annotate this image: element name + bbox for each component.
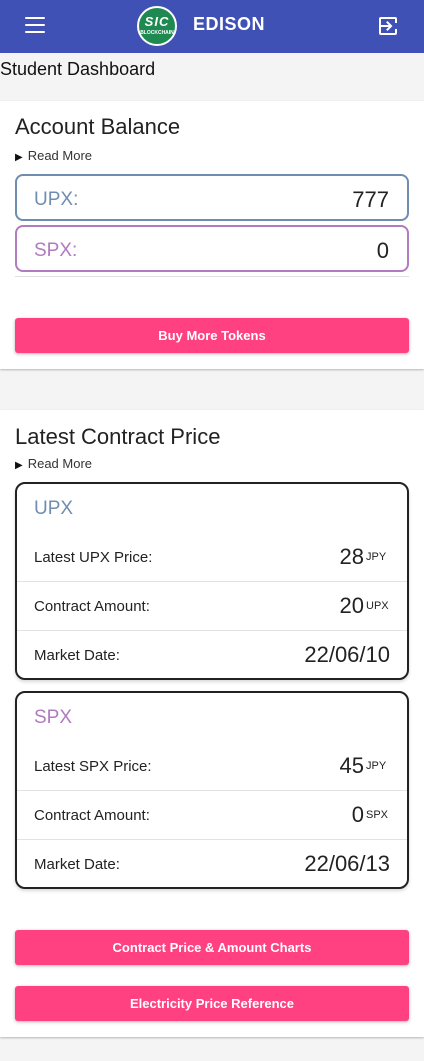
read-more-toggle[interactable]: ▶ Read More	[15, 148, 92, 163]
spx-date-row: Market Date: 22/06/13	[17, 840, 407, 889]
app-title: EDISON	[193, 14, 266, 34]
upx-amount-value: 20	[339, 593, 364, 618]
divider	[15, 276, 409, 277]
logo-text-bottom: BLOCKCHAIN	[140, 30, 174, 36]
upx-price-label: Latest UPX Price:	[34, 549, 153, 566]
spx-balance-field: SPX: 0	[15, 225, 409, 272]
upx-date-value: 22/06/10	[304, 642, 390, 667]
spx-price-box: SPX Latest SPX Price: 45 JPY Contract Am…	[15, 691, 409, 889]
upx-date-row: Market Date: 22/06/10	[17, 631, 407, 680]
spx-amount-label: Contract Amount:	[34, 807, 150, 824]
spx-date-value: 22/06/13	[304, 851, 390, 876]
electricity-price-reference-button[interactable]: Electricity Price Reference	[15, 986, 409, 1021]
buy-more-tokens-button[interactable]: Buy More Tokens	[15, 318, 409, 353]
disclosure-triangle-icon: ▶	[15, 152, 23, 163]
upx-balance-label: UPX:	[34, 189, 79, 210]
spx-amount-value: 0	[351, 802, 364, 827]
read-more-label: Read More	[27, 456, 93, 471]
spx-balance-label: SPX:	[34, 240, 78, 261]
page-title: Student Dashboard	[0, 59, 156, 79]
account-balance-title: Account Balance	[15, 114, 181, 139]
spx-price-value: 45	[339, 753, 364, 778]
spx-box-title: SPX	[34, 707, 73, 728]
menu-icon[interactable]	[25, 17, 45, 33]
read-more-toggle[interactable]: ▶ Read More	[15, 456, 92, 471]
spx-amount-unit: SPX	[366, 809, 389, 821]
account-balance-card: Account Balance ▶ Read More UPX: 777 SPX:…	[0, 101, 424, 369]
upx-box-title: UPX	[34, 498, 74, 519]
app-bar: SIC BLOCKCHAIN EDISON	[0, 0, 424, 53]
upx-price-value: 28	[339, 544, 364, 569]
upx-balance-value: 777	[352, 187, 389, 212]
disclosure-triangle-icon: ▶	[15, 460, 23, 471]
logo-text-top: SIC	[144, 14, 170, 29]
upx-price-row: Latest UPX Price: 28 JPY	[17, 533, 407, 582]
read-more-label: Read More	[27, 148, 93, 163]
upx-price-unit: JPY	[366, 551, 387, 563]
logo: SIC BLOCKCHAIN	[137, 6, 177, 46]
upx-date-label: Market Date:	[34, 647, 120, 664]
spx-price-label: Latest SPX Price:	[34, 758, 152, 775]
logout-icon[interactable]	[376, 14, 400, 38]
upx-amount-row: Contract Amount: 20 UPX	[17, 582, 407, 631]
upx-price-box: UPX Latest UPX Price: 28 JPY Contract Am…	[15, 482, 409, 680]
contract-charts-button[interactable]: Contract Price & Amount Charts	[15, 930, 409, 965]
upx-amount-unit: UPX	[366, 600, 389, 612]
spx-balance-value: 0	[376, 238, 389, 263]
spx-price-row: Latest SPX Price: 45 JPY	[17, 742, 407, 791]
spx-price-unit: JPY	[366, 760, 387, 772]
latest-contract-price-card: Latest Contract Price ▶ Read More UPX Lat…	[0, 410, 424, 1037]
spx-date-label: Market Date:	[34, 856, 120, 873]
upx-amount-label: Contract Amount:	[34, 598, 150, 615]
upx-balance-field: UPX: 777	[15, 174, 409, 221]
latest-contract-price-title: Latest Contract Price	[15, 424, 221, 449]
spx-amount-row: Contract Amount: 0 SPX	[17, 791, 407, 840]
